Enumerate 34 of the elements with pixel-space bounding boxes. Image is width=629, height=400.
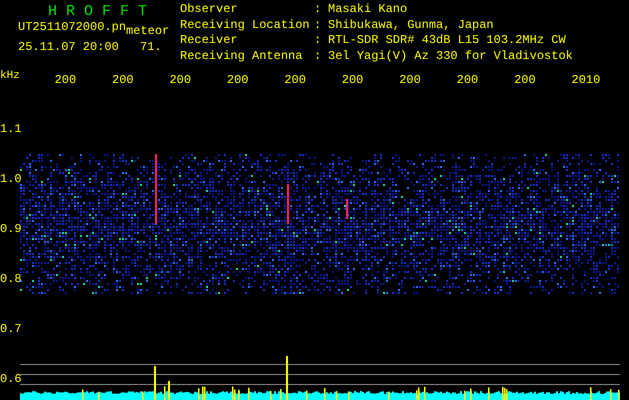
- info-separator: :: [314, 20, 322, 34]
- time-label: 200: [284, 73, 306, 87]
- file-name: UT2511072000.pn: [18, 20, 126, 34]
- info-label: Receiving Antenna: [180, 50, 304, 64]
- frequency-label: 1.1: [0, 122, 20, 136]
- frequency-label: 0.8: [0, 272, 20, 286]
- info-separator: :: [314, 35, 322, 49]
- time-label: 200: [226, 73, 248, 87]
- info-separator: :: [314, 50, 322, 64]
- frequency-label: 0.9: [0, 222, 20, 236]
- time-label: 200: [342, 73, 364, 87]
- date-time: 25.11.07 20:00: [18, 40, 120, 54]
- frequency-label: 0.7: [0, 322, 20, 336]
- detection-value: 71.: [140, 40, 162, 54]
- time-label: 200: [169, 73, 192, 87]
- info-label: Receiver: [180, 35, 239, 49]
- app-title: H R O F F T: [47, 4, 148, 20]
- info-value: Shibukawa, Gunma, Japan: [328, 20, 495, 34]
- time-label: 200: [514, 73, 536, 87]
- time-label: 2010: [572, 73, 600, 87]
- info-label: Receiving Location: [180, 20, 311, 34]
- time-label: 200: [399, 73, 421, 87]
- frequency-label: 0.6: [0, 372, 20, 386]
- frequency-label: 1.0: [0, 172, 20, 186]
- time-label: 200: [54, 73, 76, 87]
- unit-label: kHz: [0, 70, 21, 82]
- info-value: Masaki Kano: [328, 4, 408, 18]
- info-value: 3el Yagi(V) Az 330 for Vladivostok: [328, 50, 573, 64]
- info-value: RTL-SDR SDR# 43dB L15 103.2MHz CW: [328, 35, 567, 49]
- info-label: Observer: [180, 4, 239, 18]
- info-separator: :: [314, 4, 322, 18]
- detection-label: meteor: [126, 24, 170, 38]
- time-label: 200: [456, 73, 478, 87]
- time-label: 200: [112, 73, 134, 87]
